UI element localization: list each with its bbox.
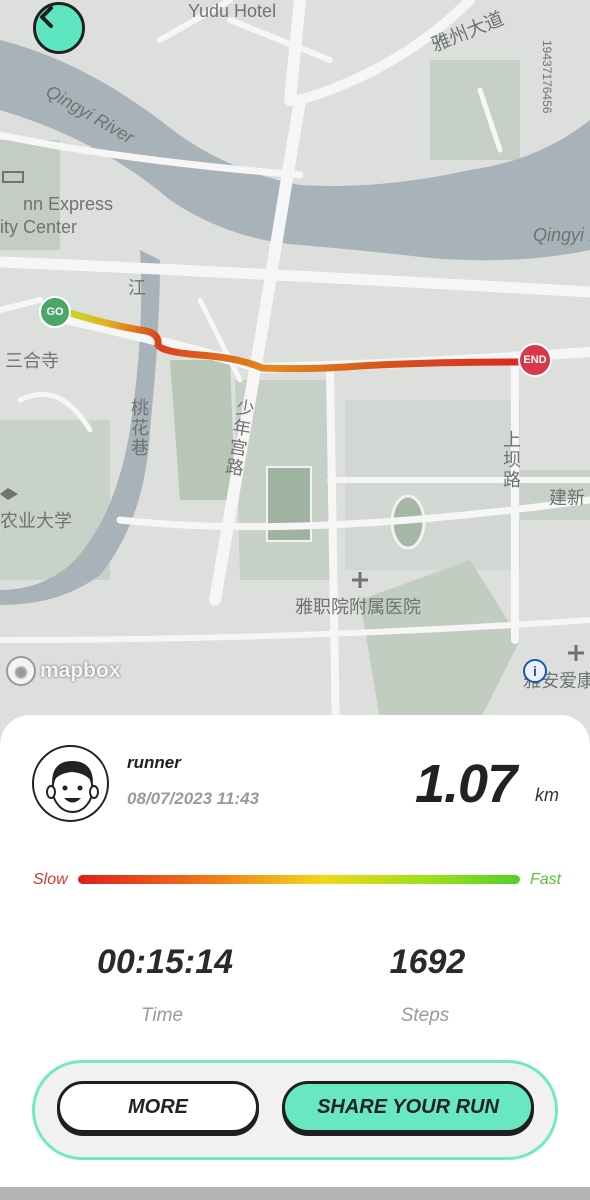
map-label-sanhesi: 三合寺 <box>5 351 59 371</box>
system-navigation-bar <box>0 1187 590 1200</box>
chevron-left-icon <box>40 6 53 28</box>
action-button-tray: MORE SHARE YOUR RUN <box>32 1060 558 1160</box>
time-label: Time <box>140 1005 184 1026</box>
speed-legend-fast: Fast <box>530 871 562 888</box>
distance-value: 1.07 <box>415 754 517 814</box>
start-marker[interactable]: GO <box>39 296 71 328</box>
share-run-button[interactable]: SHARE YOUR RUN <box>282 1081 534 1133</box>
mapbox-attribution[interactable]: ◉ mapbox <box>6 656 121 686</box>
distance-unit: km <box>535 785 559 805</box>
mapbox-logo-icon: ◉ <box>6 656 36 686</box>
map-view[interactable]: Yudu Hotel Qingyi River Qingyi R 雅州大道 19… <box>0 0 590 740</box>
map-label-jiang: 江 <box>128 278 146 298</box>
map-label-taohua-alley: 桃花巷 <box>129 398 149 458</box>
map-label-city-center: ity Center <box>0 217 78 237</box>
steps-value: 1692 <box>389 943 466 981</box>
time-value: 00:15:14 <box>96 943 234 981</box>
avatar <box>32 745 109 822</box>
map-label-jianxin: 建新 <box>549 488 585 508</box>
back-button[interactable] <box>33 2 85 54</box>
map-label-plate-number: 19437176456 <box>540 40 554 114</box>
map-label-hospital: 雅职院附属医院 <box>295 597 421 617</box>
runner-face-icon <box>46 761 99 813</box>
map-label-qingyi-river-east: Qingyi R <box>533 225 590 245</box>
run-datetime: 08/07/2023 11:43 <box>127 789 260 808</box>
more-button[interactable]: MORE <box>57 1081 259 1133</box>
end-marker[interactable]: END <box>518 343 552 377</box>
speed-legend-slow: Slow <box>33 871 68 888</box>
runner-name: runner <box>127 753 181 772</box>
map-label-yudu-hotel: Yudu Hotel <box>188 1 277 21</box>
map-label-inn-express: nn Express <box>23 194 114 214</box>
map-label-shangba-road: 上坝路 <box>501 430 521 490</box>
steps-label: Steps <box>400 1005 450 1026</box>
run-summary-panel: runner 08/07/2023 11:43 1.07 km Slow Fas… <box>0 715 590 1187</box>
speed-gradient-bar <box>78 875 520 884</box>
mapbox-logo-text: mapbox <box>40 659 121 682</box>
map-label-agri-university: 农业大学 <box>0 511 72 531</box>
info-icon[interactable]: i <box>523 659 547 683</box>
